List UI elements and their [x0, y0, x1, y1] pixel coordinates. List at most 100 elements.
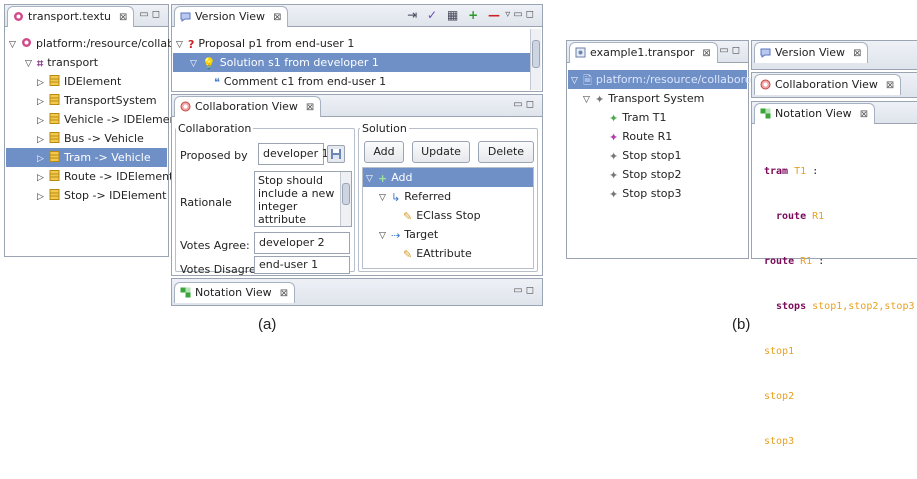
comment-icon: ❝: [214, 76, 220, 89]
rationale-label: Rationale: [180, 196, 232, 209]
solution-tree-referred[interactable]: ▽ ↳ Referred: [379, 187, 451, 206]
tree-item-vehicle[interactable]: ▷ Vehicle -> IDElement: [37, 110, 181, 129]
proposed-by-field[interactable]: developer 1: [258, 143, 329, 165]
tree-item-transport-system[interactable]: ▽ ✦ Transport System: [583, 89, 704, 108]
solution-tree-eclass-stop[interactable]: ✎ EClass Stop: [403, 206, 481, 225]
expand-icon[interactable]: ▽: [190, 55, 202, 74]
close-icon[interactable]: ⊠: [853, 48, 861, 59]
import-icon[interactable]: ⇥: [407, 8, 417, 22]
tree-item-tram-t1[interactable]: ✦ Tram T1: [609, 108, 667, 127]
tree-item-stop1[interactable]: ✦ Stop stop1: [609, 146, 681, 165]
code-colon: :: [818, 256, 825, 267]
tab-label: Notation View: [775, 107, 852, 120]
tree-item-label: Stop stop1: [622, 149, 682, 162]
solution-tree-add[interactable]: ▽ + Add: [363, 168, 533, 187]
version-scrollbar[interactable]: [530, 29, 541, 90]
solution-group-label: Solution: [360, 122, 409, 135]
expand-icon[interactable]: ▽: [25, 55, 37, 74]
tree-item-transport[interactable]: ▽ ⌗ transport: [25, 53, 98, 72]
close-icon[interactable]: ⊠: [886, 80, 894, 91]
notation-view-icon: [180, 287, 191, 298]
tree-item-transportsystem[interactable]: ▷ TransportSystem: [37, 91, 157, 110]
save-icon[interactable]: [327, 145, 345, 163]
tree-item-label: Stop -> IDElement: [64, 189, 167, 202]
minimize-maximize-icons[interactable]: ▭◻: [719, 45, 743, 56]
close-icon[interactable]: ⊠: [306, 102, 314, 113]
code-identifier: R1: [800, 256, 813, 267]
rationale-textarea[interactable]: Stop should include a new integer attrib…: [254, 171, 352, 227]
view-menu-icons[interactable]: ▿▭◻: [505, 9, 537, 20]
close-icon[interactable]: ⊠: [273, 12, 281, 23]
scrollbar-thumb[interactable]: [532, 40, 540, 68]
tab-transport-file[interactable]: transport.textu ⊠: [7, 6, 135, 27]
tab-collaboration-view-b[interactable]: Collaboration View ⊠: [754, 74, 902, 95]
tree-item-route[interactable]: ▷ Route -> IDElement: [37, 167, 173, 186]
rationale-scrollbar[interactable]: [340, 172, 351, 226]
votes-agree-value: developer 2: [259, 236, 325, 249]
edit-icon: ✎: [403, 248, 413, 261]
close-icon[interactable]: ⊠: [119, 12, 127, 23]
tab-label: Collaboration View: [775, 78, 878, 91]
expand-icon[interactable]: ▽: [366, 170, 378, 189]
solution-tree-target[interactable]: ▽ ⇢ Target: [379, 225, 438, 244]
tree-item-route-r1[interactable]: ✦ Route R1: [609, 127, 672, 146]
tree-item-idelement[interactable]: ▷ IDElement: [37, 72, 121, 91]
expand-icon[interactable]: ▽: [379, 227, 391, 246]
tree-item-platform[interactable]: ▽ platform:/resource/collabor: [9, 34, 185, 53]
version-item-label: Proposal p1 from end-user 1: [198, 37, 355, 50]
diamond-icon: ✦: [609, 131, 619, 144]
minimize-maximize-icons[interactable]: ▭◻: [513, 99, 537, 110]
tree-item-bus[interactable]: ▷ Bus -> Vehicle: [37, 129, 144, 148]
update-button[interactable]: Update: [412, 141, 470, 163]
tree-item-stop2[interactable]: ✦ Stop stop2: [609, 165, 681, 184]
votes-disagree-label: Votes Disagree: [180, 263, 263, 276]
expand-icon[interactable]: ▽: [583, 91, 595, 110]
add-icon[interactable]: +: [468, 8, 478, 22]
expand-icon[interactable]: ▽: [9, 36, 21, 55]
plus-icon: +: [378, 172, 388, 185]
minimize-maximize-icons[interactable]: ▭◻: [139, 9, 163, 20]
code-line-3: route R1 :: [764, 254, 915, 269]
tree-item-platform-b[interactable]: ▽ 🗎 platform:/resource/collaboro.ex: [568, 70, 768, 91]
votes-disagree-field[interactable]: end-user 1: [254, 256, 350, 274]
expand-icon[interactable]: ▽: [379, 189, 391, 208]
tab-notation-view-b[interactable]: Notation View ⊠: [754, 103, 876, 124]
version-item-comment[interactable]: ❝ Comment c1 from end-user 1: [214, 72, 386, 91]
version-item-solution[interactable]: ▽ 💡 Solution s1 from developer 1: [173, 53, 530, 72]
solution-tree-eattribute[interactable]: ✎ EAttribute: [403, 244, 472, 263]
version-item-proposal[interactable]: ▽? Proposal p1 from end-user 1: [176, 34, 354, 53]
minimize-maximize-icons[interactable]: ▭◻: [513, 285, 537, 296]
notation-view-icon: [760, 108, 771, 119]
tree-item-label: TransportSystem: [64, 94, 157, 107]
solution-tree-label: Referred: [404, 190, 452, 203]
table-icon[interactable]: ▦: [447, 8, 458, 22]
collab-b-tabbar: Collaboration View ⊠: [752, 73, 917, 97]
resource-icon: 🗎: [583, 74, 592, 87]
version-tabbar: Version View ⊠ ⇥ ✓ ▦ + — ▿▭◻: [172, 5, 542, 27]
code-line-4: stops stop1,stop2,stop3: [764, 299, 915, 314]
close-icon[interactable]: ⊠: [702, 48, 710, 59]
collaboration-view-icon: [760, 79, 771, 90]
scrollbar-thumb[interactable]: [342, 183, 350, 205]
collapsed-icon[interactable]: ▷: [37, 188, 49, 207]
close-icon[interactable]: ⊠: [280, 288, 288, 299]
remove-icon[interactable]: —: [488, 8, 500, 22]
votes-agree-field[interactable]: developer 2: [254, 232, 350, 254]
tab-collaboration-view[interactable]: Collaboration View ⊠: [174, 96, 322, 117]
collaboration-view-pane-b: Collaboration View ⊠: [751, 72, 917, 98]
diamond-icon: ✦: [609, 112, 619, 125]
add-button[interactable]: Add: [364, 141, 404, 163]
tab-example-file[interactable]: example1.transpor ⊠: [569, 42, 718, 63]
solution-tree: ▽ + Add ▽ ↳ Referred ✎ EClass Stop ▽ ⇢ Target ✎…: [362, 167, 534, 269]
tree-item-stop3[interactable]: ✦ Stop stop3: [609, 184, 681, 203]
vote-icon[interactable]: ✓: [427, 8, 437, 22]
delete-button[interactable]: Delete: [478, 141, 534, 163]
expand-icon[interactable]: ▽: [571, 72, 583, 91]
tab-version-view[interactable]: Version View ⊠: [174, 6, 289, 27]
tree-item-stop[interactable]: ▷ Stop -> IDElement: [37, 186, 166, 205]
close-icon[interactable]: ⊠: [860, 109, 868, 120]
tab-version-view-b[interactable]: Version View ⊠: [754, 42, 869, 63]
version-toolbar: ⇥ ✓ ▦ + —: [407, 8, 500, 22]
tab-notation-view[interactable]: Notation View ⊠: [174, 282, 296, 303]
tree-item-tram[interactable]: ▷ Tram -> Vehicle: [6, 148, 167, 167]
